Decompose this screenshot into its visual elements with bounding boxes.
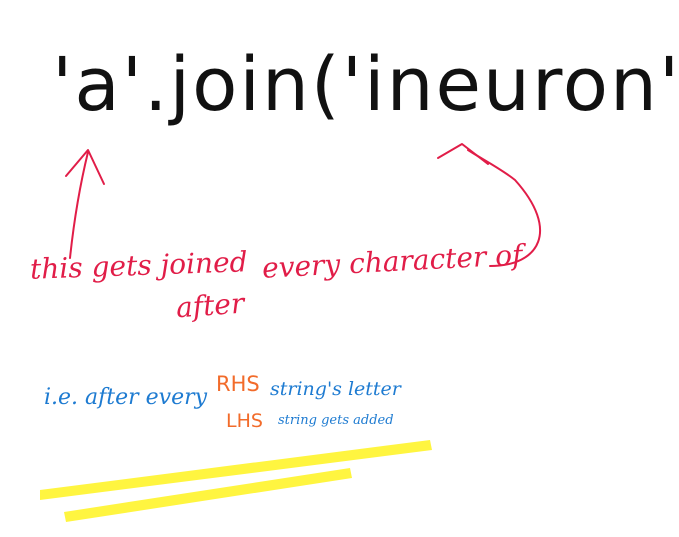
whiteboard-canvas[interactable]: 'a'.join('ineuron') this gets joined eve… [0,0,679,537]
note-string-gets-added: string gets added [278,413,394,428]
note-strings-letter: string's letter [270,378,401,400]
note-this-gets-joined: this gets joined [29,245,249,286]
note-lhs: LHS [226,410,263,432]
note-ie-after-every: i.e. after every [44,385,208,410]
code-expression: 'a'.join('ineuron') [52,42,679,128]
note-after: after [174,286,246,325]
right-arrowhead [437,143,489,165]
note-rhs: RHS [216,372,260,396]
